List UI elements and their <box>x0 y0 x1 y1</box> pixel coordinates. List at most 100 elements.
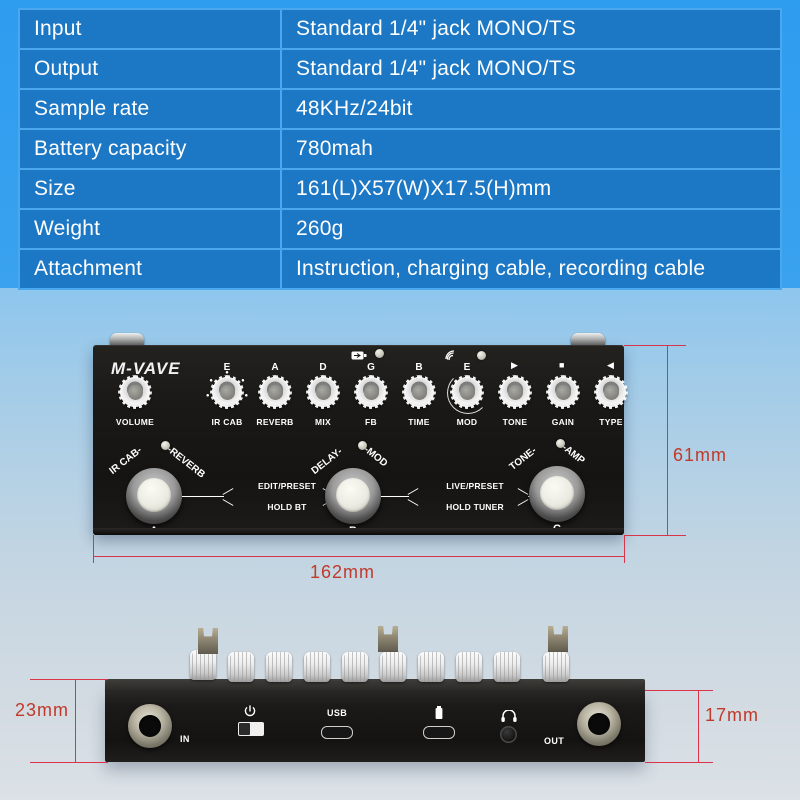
connector-diag-bc-top <box>407 488 419 495</box>
knob-fb[interactable] <box>354 375 388 409</box>
connector-diag-ab-bottom <box>222 499 234 506</box>
fsw-bc-bottom-text: HOLD TUNER <box>446 502 504 512</box>
rear-knob-2[interactable] <box>228 652 254 682</box>
dim-tick-23-bottom <box>30 762 108 763</box>
status-led-a <box>161 441 170 450</box>
brand-logo: M-VAVE <box>111 359 181 378</box>
knob-ir-cab[interactable] <box>210 375 244 409</box>
table-row: Size 161(L)X57(W)X17.5(H)mm <box>18 168 782 210</box>
rear-knob-4[interactable] <box>304 652 330 682</box>
rear-knob-5[interactable] <box>342 652 368 682</box>
battery-icon <box>435 706 443 719</box>
rear-knob-6[interactable] <box>380 652 406 682</box>
knob-note-time: B <box>415 362 423 373</box>
rear-jack-barrel-mid <box>378 626 398 652</box>
spec-key: Output <box>18 48 282 90</box>
usb-port-label: USB <box>327 708 348 718</box>
headphone-jack[interactable] <box>500 726 517 743</box>
power-icon <box>244 705 256 717</box>
stop-icon: ■ <box>559 360 565 370</box>
knob-note-mix: D <box>319 362 327 373</box>
spec-value: 161(L)X57(W)X17.5(H)mm <box>280 168 782 210</box>
battery-icon <box>351 351 367 360</box>
output-jack-label: OUT <box>544 736 565 746</box>
knob-tone[interactable] <box>498 375 532 409</box>
dim-arrow-61 <box>667 345 668 535</box>
knob-label-gain: GAIN <box>551 417 575 427</box>
connector-diag-bc-bottom2 <box>517 499 529 506</box>
knob-label-fb: FB <box>365 417 377 427</box>
table-row: Input Standard 1/4" jack MONO/TS <box>18 8 782 50</box>
rear-knob-7[interactable] <box>418 652 444 682</box>
knob-gain[interactable] <box>546 375 580 409</box>
knob-reverb[interactable] <box>258 375 292 409</box>
spec-value: 780mah <box>280 128 782 170</box>
connector-diag-bc-top2 <box>517 488 529 495</box>
rear-knob-3[interactable] <box>266 652 292 682</box>
table-row: Attachment Instruction, charging cable, … <box>18 248 782 290</box>
headphone-icon <box>501 710 517 722</box>
spec-value: 48KHz/24bit <box>280 88 782 130</box>
rear-jack-barrel-left <box>198 628 218 654</box>
fsw-bc-top-text: LIVE/PRESET <box>446 481 504 491</box>
spec-table-panel: Input Standard 1/4" jack MONO/TS Output … <box>0 0 800 290</box>
footswitch-b[interactable] <box>325 468 381 524</box>
power-switch[interactable] <box>238 722 264 736</box>
footswitch-a[interactable] <box>126 468 182 524</box>
bluetooth-icon <box>445 350 455 361</box>
footswitch-c[interactable] <box>529 466 585 522</box>
table-row: Output Standard 1/4" jack MONO/TS <box>18 48 782 90</box>
knob-note-reverb: A <box>271 362 279 373</box>
back-icon: ◀ <box>607 360 614 370</box>
connector-line-bc <box>381 496 409 497</box>
status-led-c <box>556 439 565 448</box>
dimension-height-left: 23mm <box>15 700 70 720</box>
usb-c-charging-port[interactable] <box>423 726 455 739</box>
knob-label-volume: VOLUME <box>115 417 155 427</box>
dimension-depth: 61mm <box>673 445 728 465</box>
dim-tick-61-top <box>624 345 686 346</box>
input-jack[interactable] <box>128 704 172 748</box>
fsw-c-arc-left: TONE- <box>507 445 539 473</box>
rear-knob-10[interactable] <box>543 652 569 682</box>
pedal-rear-view: IN USB OUT <box>105 690 645 762</box>
dim-tick-162-right <box>624 535 625 563</box>
spec-key: Battery capacity <box>18 128 282 170</box>
spec-value: Instruction, charging cable, recording c… <box>280 248 782 290</box>
output-jack[interactable] <box>577 702 621 746</box>
dimension-height-right: 17mm <box>705 705 760 725</box>
dim-tick-162-left <box>93 535 94 563</box>
rear-jack-barrel-right <box>548 626 568 652</box>
knob-label-tone: TONE <box>502 417 528 427</box>
rear-knob-8[interactable] <box>456 652 482 682</box>
usb-c-data-port[interactable] <box>321 726 353 739</box>
connector-line-ab <box>182 496 224 497</box>
status-led-bluetooth <box>477 351 486 360</box>
spec-value: Standard 1/4" jack MONO/TS <box>280 8 782 50</box>
rear-knob-1[interactable] <box>190 650 216 680</box>
dim-arrow-162 <box>93 556 624 557</box>
dim-tick-61-bottom <box>624 535 686 536</box>
spec-key: Weight <box>18 208 282 250</box>
knob-note-fb: G <box>367 362 375 373</box>
rear-knob-9[interactable] <box>494 652 520 682</box>
fsw-label-b: B <box>349 525 357 537</box>
knob-volume[interactable] <box>118 375 152 409</box>
table-row: Weight 260g <box>18 208 782 250</box>
knob-label-mix: MIX <box>314 417 332 427</box>
knob-mix[interactable] <box>306 375 340 409</box>
dimension-width: 162mm <box>310 562 376 582</box>
knob-mod[interactable] <box>450 375 484 409</box>
spec-key: Sample rate <box>18 88 282 130</box>
spec-key: Input <box>18 8 282 50</box>
knob-label-mod: MOD <box>456 417 478 427</box>
knob-type[interactable] <box>594 375 628 409</box>
fsw-label-c: C <box>553 523 561 535</box>
fsw-ab-top-text: EDIT/PRESET <box>258 481 316 491</box>
dim-tick-23-top <box>30 679 108 680</box>
knob-label-ir-cab: IR CAB <box>211 417 243 427</box>
specification-table: Input Standard 1/4" jack MONO/TS Output … <box>18 8 782 290</box>
status-led-b <box>358 441 367 450</box>
knob-label-type: TYPE <box>599 417 623 427</box>
knob-time[interactable] <box>402 375 436 409</box>
